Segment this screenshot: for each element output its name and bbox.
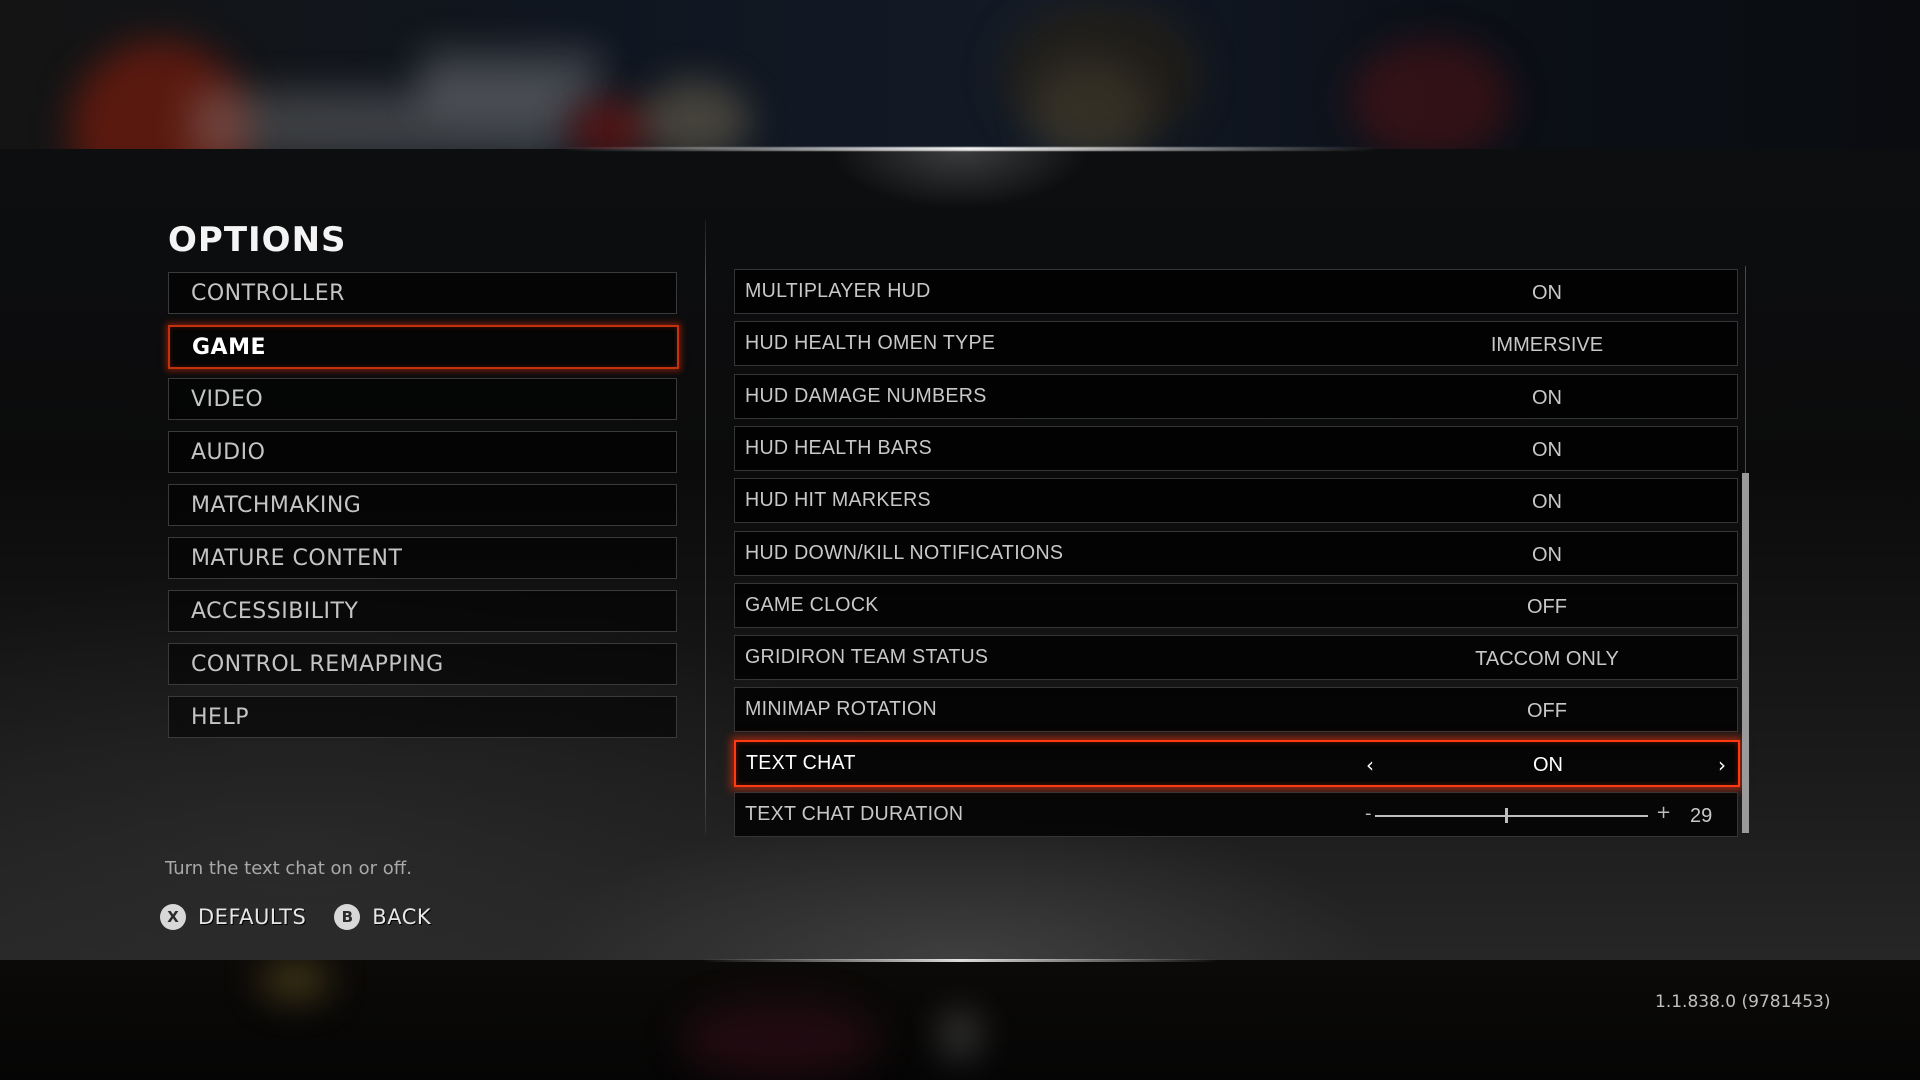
sidebar-item-mature-content[interactable]: MATURE CONTENT	[168, 537, 677, 579]
back-button[interactable]: B BACK	[334, 904, 431, 930]
setting-row-minimap-rotation[interactable]: MINIMAP ROTATION OFF	[734, 687, 1738, 733]
setting-label: MINIMAP ROTATION	[745, 698, 938, 721]
sidebar-item-label: AUDIO	[191, 439, 266, 465]
background-floor-light	[680, 1000, 880, 1080]
background-lamp-blur	[1000, 0, 1200, 150]
setting-label: HUD DAMAGE NUMBERS	[745, 384, 987, 407]
sidebar-item-controller[interactable]: CONTROLLER	[168, 272, 677, 314]
setting-value: ON	[1532, 491, 1562, 514]
sidebar-item-game[interactable]: GAME	[168, 325, 679, 369]
sidebar-item-label: CONTROLLER	[191, 280, 345, 306]
b-button-icon: B	[334, 904, 361, 930]
sidebar-item-accessibility[interactable]: ACCESSIBILITY	[168, 590, 677, 632]
page-title: OPTIONS	[168, 220, 347, 260]
sidebar-item-audio[interactable]: AUDIO	[168, 431, 677, 473]
setting-value: TACCOM ONLY	[1475, 648, 1619, 671]
setting-value: ON	[1532, 438, 1562, 461]
background-banner-blur	[420, 50, 600, 110]
sidebar-item-help[interactable]: HELP	[168, 696, 677, 738]
chevron-right-icon[interactable]: ›	[1718, 742, 1726, 787]
sidebar-item-matchmaking[interactable]: MATCHMAKING	[168, 484, 677, 526]
sidebar-item-video[interactable]: VIDEO	[168, 378, 677, 420]
setting-label: HUD HIT MARKERS	[745, 489, 931, 512]
slider-increase-icon[interactable]: +	[1656, 802, 1671, 823]
sidebar-item-label: MATURE CONTENT	[191, 545, 403, 571]
setting-row-hud-health-omen-type[interactable]: HUD HEALTH OMEN TYPE IMMERSIVE	[734, 321, 1738, 367]
sidebar-item-label: MATCHMAKING	[191, 492, 362, 518]
sidebar-item-label: HELP	[191, 704, 249, 730]
setting-description: Turn the text chat on or off.	[165, 858, 412, 879]
setting-value: ON	[1533, 753, 1563, 776]
setting-label: TEXT CHAT	[746, 751, 856, 774]
setting-row-hud-hit-markers[interactable]: HUD HIT MARKERS ON	[734, 478, 1738, 524]
slider-value: 29	[1690, 805, 1713, 827]
setting-label: HUD HEALTH OMEN TYPE	[745, 332, 996, 355]
setting-label: GAME CLOCK	[745, 593, 879, 616]
setting-row-gridiron-team-status[interactable]: GRIDIRON TEAM STATUS TACCOM ONLY	[734, 635, 1738, 681]
scrollbar-thumb[interactable]	[1742, 472, 1749, 833]
setting-row-game-clock[interactable]: GAME CLOCK OFF	[734, 582, 1738, 628]
panel-divider	[705, 220, 706, 835]
slider-thumb[interactable]	[1505, 808, 1509, 823]
duration-slider[interactable]: - +	[1365, 793, 1671, 836]
sidebar-item-label: GAME	[192, 334, 267, 360]
x-button-icon: X	[160, 904, 186, 930]
setting-value: ON	[1532, 543, 1562, 566]
sidebar-item-label: VIDEO	[191, 386, 264, 412]
setting-value: ON	[1532, 282, 1562, 304]
setting-value: OFF	[1527, 700, 1567, 723]
back-label: BACK	[372, 905, 432, 929]
setting-row-hud-health-bars[interactable]: HUD HEALTH BARS ON	[734, 425, 1738, 471]
build-version: 1.1.838.0 (9781453)	[1655, 992, 1831, 1012]
setting-label: HUD HEALTH BARS	[745, 436, 933, 459]
setting-label: TEXT CHAT DURATION	[745, 803, 964, 825]
setting-label: GRIDIRON TEAM STATUS	[745, 646, 989, 669]
background-floor-light	[940, 1010, 980, 1060]
setting-label: HUD DOWN/KILL NOTIFICATIONS	[745, 541, 1064, 564]
defaults-button[interactable]: X DEFAULTS	[160, 904, 306, 930]
sidebar-item-label: ACCESSIBILITY	[191, 598, 359, 624]
setting-label: MULTIPLAYER HUD	[745, 280, 931, 302]
panel-bottom-glow	[700, 959, 1220, 962]
setting-row-hud-damage-numbers[interactable]: HUD DAMAGE NUMBERS ON	[734, 373, 1738, 419]
sidebar-item-label: CONTROL REMAPPING	[191, 651, 444, 677]
sidebar-item-control-remapping[interactable]: CONTROL REMAPPING	[168, 643, 677, 685]
setting-row-hud-down-kill-notifications[interactable]: HUD DOWN/KILL NOTIFICATIONS ON	[734, 530, 1738, 576]
setting-row-text-chat-duration[interactable]: TEXT CHAT DURATION - +29	[734, 792, 1738, 837]
footer-button-bar: X DEFAULTS B BACK	[160, 904, 459, 930]
slider-track[interactable]	[1375, 815, 1648, 817]
slider-decrease-icon[interactable]: -	[1365, 803, 1372, 824]
setting-row-multiplayer-hud[interactable]: MULTIPLAYER HUD ON	[734, 269, 1738, 314]
panel-top-haze	[830, 149, 1090, 209]
background-avatar-blur	[1350, 40, 1510, 160]
setting-value: ON	[1532, 386, 1562, 409]
defaults-label: DEFAULTS	[198, 905, 307, 929]
setting-value: OFF	[1527, 595, 1567, 618]
setting-value: IMMERSIVE	[1490, 334, 1604, 357]
background-floor-light	[260, 960, 330, 1000]
setting-row-text-chat[interactable]: TEXT CHAT ON ‹ ›	[734, 739, 1740, 787]
chevron-left-icon[interactable]: ‹	[1366, 742, 1374, 787]
